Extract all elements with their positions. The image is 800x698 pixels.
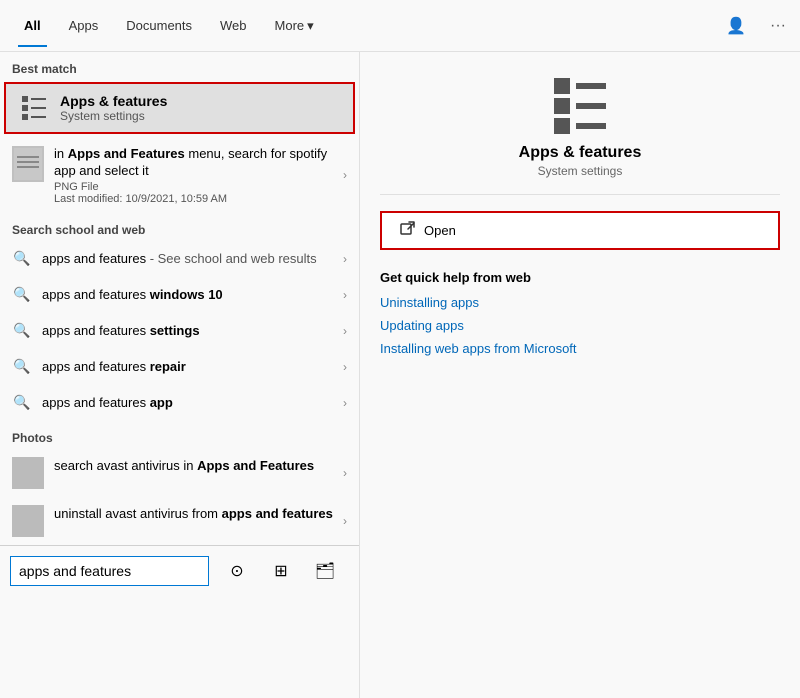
photo-thumb-1	[12, 457, 44, 489]
tab-all[interactable]: All	[10, 4, 55, 47]
chevron-down-icon: ▾	[307, 18, 314, 34]
best-match-item[interactable]: Apps & features System settings	[4, 82, 355, 134]
photos-section-label: Photos	[0, 421, 359, 449]
web-result-5[interactable]: 🔍 apps and features app ›	[0, 385, 359, 421]
best-match-subtitle: System settings	[60, 109, 167, 123]
web-result-text-5: apps and features app	[42, 395, 347, 410]
file-type: PNG File	[54, 181, 347, 193]
web-result-text-3: apps and features settings	[42, 323, 347, 338]
search-bar: ⊙ ⊞ 🗂 ✉ ε 🛍 ✦ ⬛	[0, 545, 359, 597]
search-icon: 🔍	[12, 357, 32, 377]
tab-web[interactable]: Web	[206, 4, 261, 47]
right-app-header: Apps & features System settings	[380, 72, 780, 195]
taskbar-icons: ⊙ ⊞ 🗂 ✉ ε 🛍 ✦ ⬛	[219, 553, 360, 589]
file-text: in Apps and Features menu, search for sp…	[54, 146, 347, 205]
file-date: Last modified: 10/9/2021, 10:59 AM	[54, 193, 347, 205]
web-result-1[interactable]: 🔍 apps and features - See school and web…	[0, 241, 359, 277]
quick-help-title: Get quick help from web	[380, 270, 780, 285]
chevron-right-icon: ›	[343, 514, 347, 528]
open-button[interactable]: Open	[380, 211, 780, 250]
search-menu: All Apps Documents Web More ▾ 👤 ··· Best…	[0, 0, 800, 698]
web-result-text-4: apps and features repair	[42, 359, 347, 374]
quick-help-link-3[interactable]: Installing web apps from Microsoft	[380, 341, 780, 356]
photo-result-1[interactable]: search avast antivirus in Apps and Featu…	[0, 449, 359, 497]
more-options-icon[interactable]: ···	[766, 13, 790, 39]
chevron-right-icon: ›	[343, 324, 347, 338]
tab-more[interactable]: More ▾	[261, 4, 328, 48]
open-icon	[400, 221, 416, 240]
best-match-label: Best match	[0, 52, 359, 82]
search-icon: 🔍	[12, 249, 32, 269]
quick-help-link-2[interactable]: Updating apps	[380, 318, 780, 333]
web-result-2[interactable]: 🔍 apps and features windows 10 ›	[0, 277, 359, 313]
search-icon: 🔍	[12, 285, 32, 305]
web-result-4[interactable]: 🔍 apps and features repair ›	[0, 349, 359, 385]
web-result-text-1: apps and features - See school and web r…	[42, 251, 347, 266]
apps-features-icon	[18, 92, 50, 124]
photo-text-2: uninstall avast antivirus from apps and …	[54, 505, 347, 523]
main-content: Best match Apps & features System settin…	[0, 52, 800, 698]
right-app-title: Apps & features	[519, 144, 642, 162]
user-icon[interactable]: 👤	[722, 12, 750, 40]
left-panel: Best match Apps & features System settin…	[0, 52, 360, 698]
file-result-item[interactable]: in Apps and Features menu, search for sp…	[0, 138, 359, 213]
explorer-icon[interactable]: 🗂	[307, 553, 343, 589]
right-app-icon	[548, 72, 612, 136]
search-input[interactable]	[10, 556, 209, 586]
web-section-label: Search school and web	[0, 213, 359, 241]
right-app-subtitle: System settings	[538, 164, 623, 178]
web-result-text-2: apps and features windows 10	[42, 287, 347, 302]
chevron-right-icon: ›	[343, 466, 347, 480]
search-icon: 🔍	[12, 321, 32, 341]
chevron-right-icon: ›	[343, 360, 347, 374]
chevron-right-icon: ›	[343, 168, 347, 182]
search-icon: 🔍	[12, 393, 32, 413]
windows-icon[interactable]: ⊙	[219, 553, 255, 589]
photo-text-1: search avast antivirus in Apps and Featu…	[54, 457, 347, 475]
mail-icon[interactable]: ✉	[351, 553, 360, 589]
chevron-right-icon: ›	[343, 396, 347, 410]
tab-bar: All Apps Documents Web More ▾ 👤 ···	[0, 0, 800, 52]
quick-help-link-1[interactable]: Uninstalling apps	[380, 295, 780, 310]
web-result-3[interactable]: 🔍 apps and features settings ›	[0, 313, 359, 349]
best-match-text: Apps & features System settings	[60, 93, 167, 123]
tab-documents[interactable]: Documents	[112, 4, 206, 47]
tab-apps[interactable]: Apps	[55, 4, 113, 47]
chevron-right-icon: ›	[343, 252, 347, 266]
best-match-title: Apps & features	[60, 93, 167, 109]
photo-thumb-2	[12, 505, 44, 537]
open-button-label: Open	[424, 223, 456, 238]
chevron-right-icon: ›	[343, 288, 347, 302]
file-thumbnail	[12, 146, 44, 182]
right-panel: Apps & features System settings Open Get…	[360, 52, 800, 698]
file-title: in Apps and Features menu, search for sp…	[54, 146, 347, 180]
photo-result-2[interactable]: uninstall avast antivirus from apps and …	[0, 497, 359, 545]
task-view-icon[interactable]: ⊞	[263, 553, 299, 589]
